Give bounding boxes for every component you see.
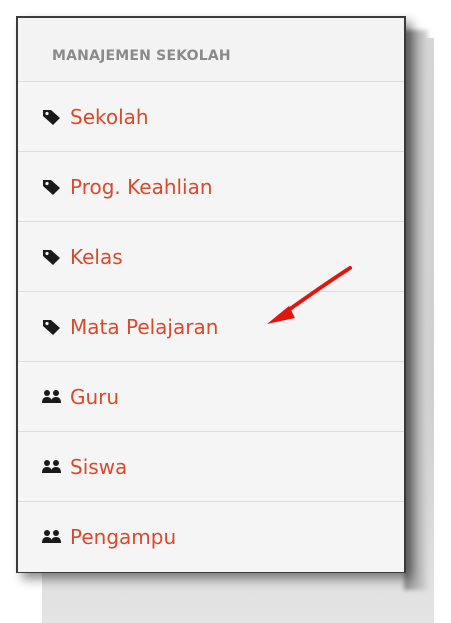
menu-item-label: Guru: [70, 384, 120, 409]
menu-item-label: Mata Pelajaran: [70, 314, 219, 339]
menu-item-label: Kelas: [70, 244, 123, 269]
tag-icon: [40, 107, 64, 127]
school-management-menu: MANAJEMEN SEKOLAH Sekolah Prog. Keahlian…: [16, 16, 406, 573]
menu-item-label: Sekolah: [70, 104, 149, 129]
menu-drop-shadow: [404, 30, 428, 590]
users-icon: [40, 387, 64, 407]
menu-item-label: Prog. Keahlian: [70, 174, 213, 199]
menu-item-kelas[interactable]: Kelas: [18, 222, 404, 292]
menu-item-siswa[interactable]: Siswa: [18, 432, 404, 502]
users-icon: [40, 457, 64, 477]
menu-item-prog-keahlian[interactable]: Prog. Keahlian: [18, 152, 404, 222]
tag-icon: [40, 247, 64, 267]
menu-item-sekolah[interactable]: Sekolah: [18, 82, 404, 152]
menu-item-mata-pelajaran[interactable]: Mata Pelajaran: [18, 292, 404, 362]
menu-header: MANAJEMEN SEKOLAH: [18, 18, 404, 82]
tag-icon: [40, 317, 64, 337]
menu-item-label: Siswa: [70, 454, 128, 479]
menu-item-pengampu[interactable]: Pengampu: [18, 502, 404, 572]
tag-icon: [40, 177, 64, 197]
menu-item-label: Pengampu: [70, 525, 177, 549]
menu-item-guru[interactable]: Guru: [18, 362, 404, 432]
users-icon: [40, 527, 64, 547]
